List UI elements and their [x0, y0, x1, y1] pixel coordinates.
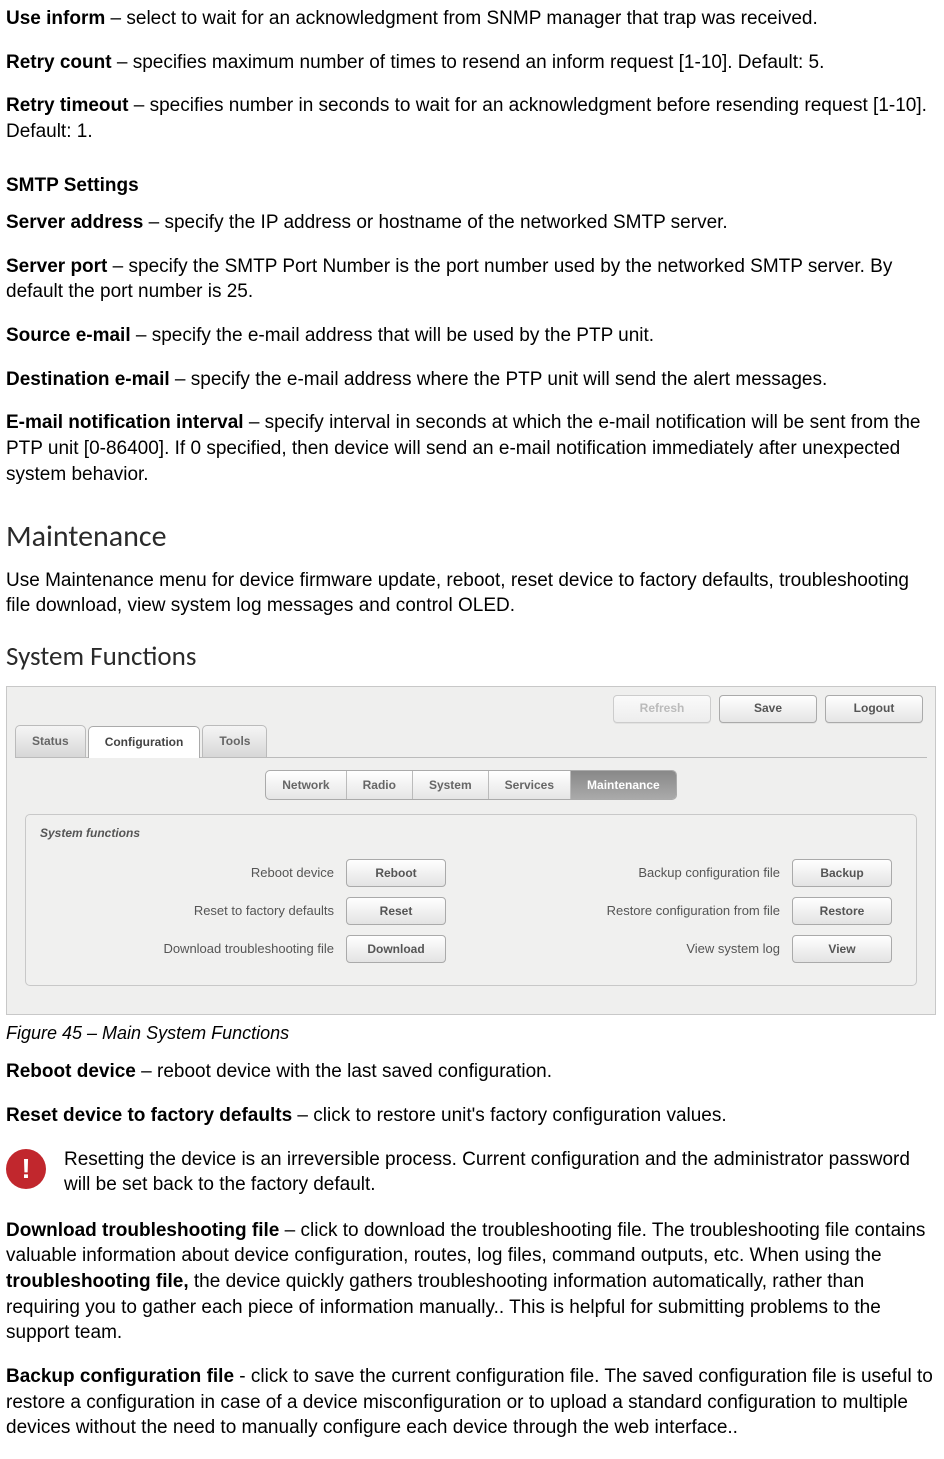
panel-title: System functions: [26, 815, 916, 859]
use-inform-item: Use inform – select to wait for an ackno…: [6, 6, 938, 32]
download-desc-term: Download troubleshooting file: [6, 1220, 279, 1241]
subtab-services[interactable]: Services: [489, 771, 571, 799]
reboot-desc-term: Reboot device: [6, 1061, 136, 1082]
download-desc-bold: troubleshooting file,: [6, 1271, 189, 1292]
retry-timeout-desc: – specifies number in seconds to wait fo…: [6, 95, 927, 142]
server-port-desc: – specify the SMTP Port Number is the po…: [6, 256, 892, 303]
server-port-item: Server port – specify the SMTP Port Numb…: [6, 254, 938, 305]
dest-email-desc: – specify the e-mail address where the P…: [170, 369, 828, 390]
source-email-term: Source e-mail: [6, 325, 131, 346]
system-functions-panel: System functions Reboot device Reboot Ba…: [25, 814, 917, 986]
system-functions-heading: System Functions: [6, 639, 938, 675]
backup-button[interactable]: Backup: [792, 859, 892, 887]
tab-configuration[interactable]: Configuration: [88, 726, 201, 757]
interval-item: E-mail notification interval – specify i…: [6, 410, 938, 487]
reset-desc-item: Reset device to factory defaults – click…: [6, 1103, 938, 1129]
primary-tabs: Status Configuration Tools: [7, 727, 935, 757]
retry-count-item: Retry count – specifies maximum number o…: [6, 50, 938, 76]
warning-box: ! Resetting the device is an irreversibl…: [6, 1147, 938, 1198]
reset-desc-term: Reset device to factory defaults: [6, 1105, 292, 1126]
dest-email-term: Destination e-mail: [6, 369, 170, 390]
subtab-maintenance[interactable]: Maintenance: [571, 771, 676, 799]
subtab-radio[interactable]: Radio: [347, 771, 413, 799]
server-address-term: Server address: [6, 212, 143, 233]
download-label: Download troubleshooting file: [50, 940, 346, 958]
maintenance-intro: Use Maintenance menu for device firmware…: [6, 568, 938, 619]
reboot-desc-item: Reboot device – reboot device with the l…: [6, 1059, 938, 1085]
figure-caption: Figure 45 – Main System Functions: [6, 1021, 938, 1045]
use-inform-desc: – select to wait for an acknowledgment f…: [105, 8, 817, 29]
view-button[interactable]: View: [792, 935, 892, 963]
server-address-desc: – specify the IP address or hostname of …: [143, 212, 727, 233]
restore-button[interactable]: Restore: [792, 897, 892, 925]
warning-text: Resetting the device is an irreversible …: [64, 1147, 938, 1198]
source-email-desc: – specify the e-mail address that will b…: [131, 325, 654, 346]
reset-button[interactable]: Reset: [346, 897, 446, 925]
system-functions-screenshot: Refresh Save Logout Status Configuration…: [6, 686, 936, 1015]
server-address-item: Server address – specify the IP address …: [6, 210, 938, 236]
smtp-heading: SMTP Settings: [6, 173, 938, 199]
maintenance-heading: Maintenance: [6, 517, 938, 558]
retry-timeout-term: Retry timeout: [6, 95, 128, 116]
server-port-term: Server port: [6, 256, 107, 277]
tab-status[interactable]: Status: [15, 725, 86, 756]
subtab-network[interactable]: Network: [266, 771, 346, 799]
reset-desc-text: – click to restore unit's factory config…: [292, 1105, 727, 1126]
reboot-desc-text: – reboot device with the last saved conf…: [136, 1061, 552, 1082]
top-toolbar: Refresh Save Logout: [7, 687, 935, 727]
use-inform-term: Use inform: [6, 8, 105, 29]
source-email-item: Source e-mail – specify the e-mail addre…: [6, 323, 938, 349]
retry-timeout-item: Retry timeout – specifies number in seco…: [6, 93, 938, 144]
retry-count-term: Retry count: [6, 52, 112, 73]
logout-button[interactable]: Logout: [825, 695, 923, 723]
reboot-button[interactable]: Reboot: [346, 859, 446, 887]
refresh-button[interactable]: Refresh: [613, 695, 711, 723]
tab-tools[interactable]: Tools: [202, 725, 267, 756]
restore-label: Restore configuration from file: [496, 902, 792, 920]
retry-count-desc: – specifies maximum number of times to r…: [112, 52, 825, 73]
backup-desc-term: Backup configuration file: [6, 1366, 234, 1387]
backup-desc-item: Backup configuration file - click to sav…: [6, 1364, 938, 1441]
view-log-label: View system log: [496, 940, 792, 958]
dest-email-item: Destination e-mail – specify the e-mail …: [6, 367, 938, 393]
reboot-label: Reboot device: [50, 864, 346, 882]
subtab-system[interactable]: System: [413, 771, 489, 799]
backup-label: Backup configuration file: [496, 864, 792, 882]
secondary-tabs: Network Radio System Services Maintenanc…: [7, 758, 935, 814]
warning-icon: !: [6, 1149, 46, 1189]
download-desc-item: Download troubleshooting file – click to…: [6, 1218, 938, 1346]
interval-term: E-mail notification interval: [6, 412, 244, 433]
download-button[interactable]: Download: [346, 935, 446, 963]
save-button[interactable]: Save: [719, 695, 817, 723]
reset-label: Reset to factory defaults: [50, 902, 346, 920]
